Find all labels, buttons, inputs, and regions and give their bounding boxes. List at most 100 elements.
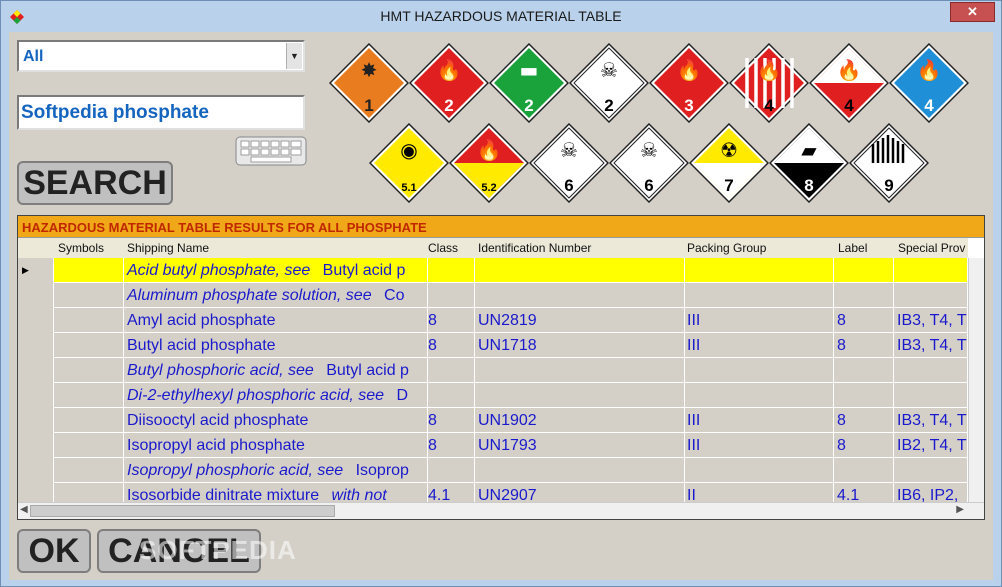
row-indicator[interactable] bbox=[18, 433, 54, 458]
cell-id[interactable]: UN2819 bbox=[475, 308, 685, 333]
placard-2-flame-icon[interactable]: 🔥2 bbox=[409, 43, 489, 123]
table-row[interactable]: Isopropyl phosphoric acid, see Isoprop bbox=[18, 458, 968, 483]
placard-10-flame-icon[interactable]: 🔥 5.2 bbox=[449, 123, 529, 203]
cell-class[interactable]: 8 bbox=[425, 408, 475, 433]
cell-symbols[interactable] bbox=[54, 283, 124, 308]
title-bar[interactable]: HMT HAZARDOUS MATERIAL TABLE ✕ bbox=[1, 1, 1001, 32]
cell-class[interactable] bbox=[425, 283, 475, 308]
placard-8-flame-icon[interactable]: 🔥4 bbox=[889, 43, 969, 123]
close-button[interactable]: ✕ bbox=[950, 2, 995, 22]
placard-5-flame-icon[interactable]: 🔥3 bbox=[649, 43, 729, 123]
scroll-left-icon[interactable]: ◀ bbox=[20, 504, 28, 515]
cell-sp[interactable] bbox=[894, 458, 968, 483]
placard-13-radioactive-icon[interactable]: ☢7 bbox=[689, 123, 769, 203]
cell-pg[interactable]: III bbox=[684, 333, 834, 358]
cell-name[interactable]: Amyl acid phosphate bbox=[124, 308, 428, 333]
placard-4-skull-icon[interactable]: ☠2 bbox=[569, 43, 649, 123]
cell-pg[interactable]: III bbox=[684, 408, 834, 433]
cell-label[interactable]: 4.1 bbox=[834, 483, 894, 502]
placard-9-oxidizer-icon[interactable]: ◉ 5.1 bbox=[369, 123, 449, 203]
cell-class[interactable]: 8 bbox=[425, 433, 475, 458]
cell-class[interactable] bbox=[425, 258, 475, 283]
column-header-symbols[interactable]: Symbols bbox=[58, 241, 128, 255]
row-indicator[interactable] bbox=[18, 483, 54, 502]
cell-id[interactable] bbox=[475, 258, 685, 283]
cell-label[interactable]: 8 bbox=[834, 433, 894, 458]
horizontal-scrollbar[interactable]: ◀ ▶ bbox=[18, 502, 984, 519]
row-indicator[interactable] bbox=[18, 458, 54, 483]
cell-name[interactable]: Diisooctyl acid phosphate bbox=[124, 408, 428, 433]
cell-pg[interactable]: III bbox=[684, 433, 834, 458]
cell-id[interactable] bbox=[475, 458, 685, 483]
cell-sp[interactable] bbox=[894, 383, 968, 408]
cell-class[interactable] bbox=[425, 458, 475, 483]
column-header-packing-group[interactable]: Packing Group bbox=[687, 241, 833, 255]
cell-pg[interactable] bbox=[684, 458, 834, 483]
cell-class[interactable]: 8 bbox=[425, 308, 475, 333]
cell-label[interactable]: 8 bbox=[834, 308, 894, 333]
cell-class[interactable]: 8 bbox=[425, 333, 475, 358]
placard-3-gas-cylinder-icon[interactable]: ▬2 bbox=[489, 43, 569, 123]
cell-label[interactable]: 8 bbox=[834, 333, 894, 358]
cell-sp[interactable]: IB2, T4, T bbox=[894, 433, 968, 458]
table-row[interactable]: Di-2-ethylhexyl phosphoric acid, see D bbox=[18, 383, 968, 408]
scroll-right-icon[interactable]: ▶ bbox=[956, 504, 964, 515]
cell-sp[interactable] bbox=[894, 283, 968, 308]
table-row[interactable]: ▶ Acid butyl phosphate, see Butyl acid p bbox=[18, 258, 968, 283]
scroll-thumb[interactable] bbox=[30, 505, 335, 517]
search-input[interactable] bbox=[17, 95, 305, 130]
row-indicator[interactable] bbox=[18, 358, 54, 383]
cell-symbols[interactable] bbox=[54, 383, 124, 408]
cell-id[interactable]: UN1793 bbox=[475, 433, 685, 458]
cell-name[interactable]: Butyl acid phosphate bbox=[124, 333, 428, 358]
cell-label[interactable] bbox=[834, 458, 894, 483]
cell-id[interactable] bbox=[475, 283, 685, 308]
cell-label[interactable] bbox=[834, 383, 894, 408]
table-row[interactable]: Isopropyl acid phosphate 8 UN1793 III 8 IB2, … bbox=[18, 433, 968, 458]
column-header-label[interactable]: Label bbox=[838, 241, 894, 255]
placard-1-explosive-icon[interactable]: ✸1 bbox=[329, 43, 409, 123]
cell-pg[interactable] bbox=[684, 383, 834, 408]
cell-class[interactable]: 4.1 bbox=[425, 483, 475, 502]
cell-name[interactable]: Aluminum phosphate solution, see Co bbox=[124, 283, 428, 308]
cell-pg[interactable] bbox=[684, 283, 834, 308]
cell-id[interactable] bbox=[475, 358, 685, 383]
column-header-special-provisions[interactable]: Special Prov bbox=[898, 241, 970, 255]
row-indicator[interactable] bbox=[18, 408, 54, 433]
placard-14-corrosive-icon[interactable]: ▰8 bbox=[769, 123, 849, 203]
cell-sp[interactable]: IB6, IP2, bbox=[894, 483, 968, 502]
filter-combobox[interactable]: All ▼ bbox=[17, 40, 305, 72]
cell-label[interactable] bbox=[834, 283, 894, 308]
cell-sp[interactable]: IB3, T4, T bbox=[894, 333, 968, 358]
cell-id[interactable]: UN2907 bbox=[475, 483, 685, 502]
placard-11-skull-icon[interactable]: ☠6 bbox=[529, 123, 609, 203]
placard-6-flame-striped-icon[interactable]: 🔥4 bbox=[729, 43, 809, 123]
search-button[interactable]: SEARCH bbox=[17, 161, 173, 205]
table-row[interactable]: Butyl acid phosphate 8 UN1718 III 8 IB3, T4, … bbox=[18, 333, 968, 358]
table-row[interactable]: Diisooctyl acid phosphate 8 UN1902 III 8 IB3,… bbox=[18, 408, 968, 433]
cell-pg[interactable]: II bbox=[684, 483, 834, 502]
table-row[interactable]: Isosorbide dinitrate mixture with not 4.1… bbox=[18, 483, 968, 502]
cell-symbols[interactable] bbox=[54, 333, 124, 358]
cell-symbols[interactable] bbox=[54, 483, 124, 502]
cell-symbols[interactable] bbox=[54, 458, 124, 483]
cell-class[interactable] bbox=[425, 358, 475, 383]
cell-symbols[interactable] bbox=[54, 308, 124, 333]
placard-15-striped-icon[interactable]: 9 bbox=[849, 123, 929, 203]
cell-name[interactable]: Isopropyl phosphoric acid, see Isoprop bbox=[124, 458, 428, 483]
row-indicator[interactable]: ▶ bbox=[18, 258, 54, 283]
vertical-scrollbar[interactable] bbox=[968, 258, 984, 502]
table-row[interactable]: Butyl phosphoric acid, see Butyl acid p bbox=[18, 358, 968, 383]
cell-name[interactable]: Isosorbide dinitrate mixture with not bbox=[124, 483, 428, 502]
cell-name[interactable]: Butyl phosphoric acid, see Butyl acid p bbox=[124, 358, 428, 383]
cell-sp[interactable]: IB3, T4, T bbox=[894, 308, 968, 333]
chevron-down-icon[interactable]: ▼ bbox=[286, 43, 302, 69]
placard-12-skull-icon[interactable]: ☠6 bbox=[609, 123, 689, 203]
cell-pg[interactable]: III bbox=[684, 308, 834, 333]
row-indicator[interactable] bbox=[18, 383, 54, 408]
keyboard-icon[interactable] bbox=[235, 136, 307, 166]
cell-label[interactable]: 8 bbox=[834, 408, 894, 433]
cell-name[interactable]: Isopropyl acid phosphate bbox=[124, 433, 428, 458]
cell-symbols[interactable] bbox=[54, 408, 124, 433]
column-header-class[interactable]: Class bbox=[428, 241, 476, 255]
